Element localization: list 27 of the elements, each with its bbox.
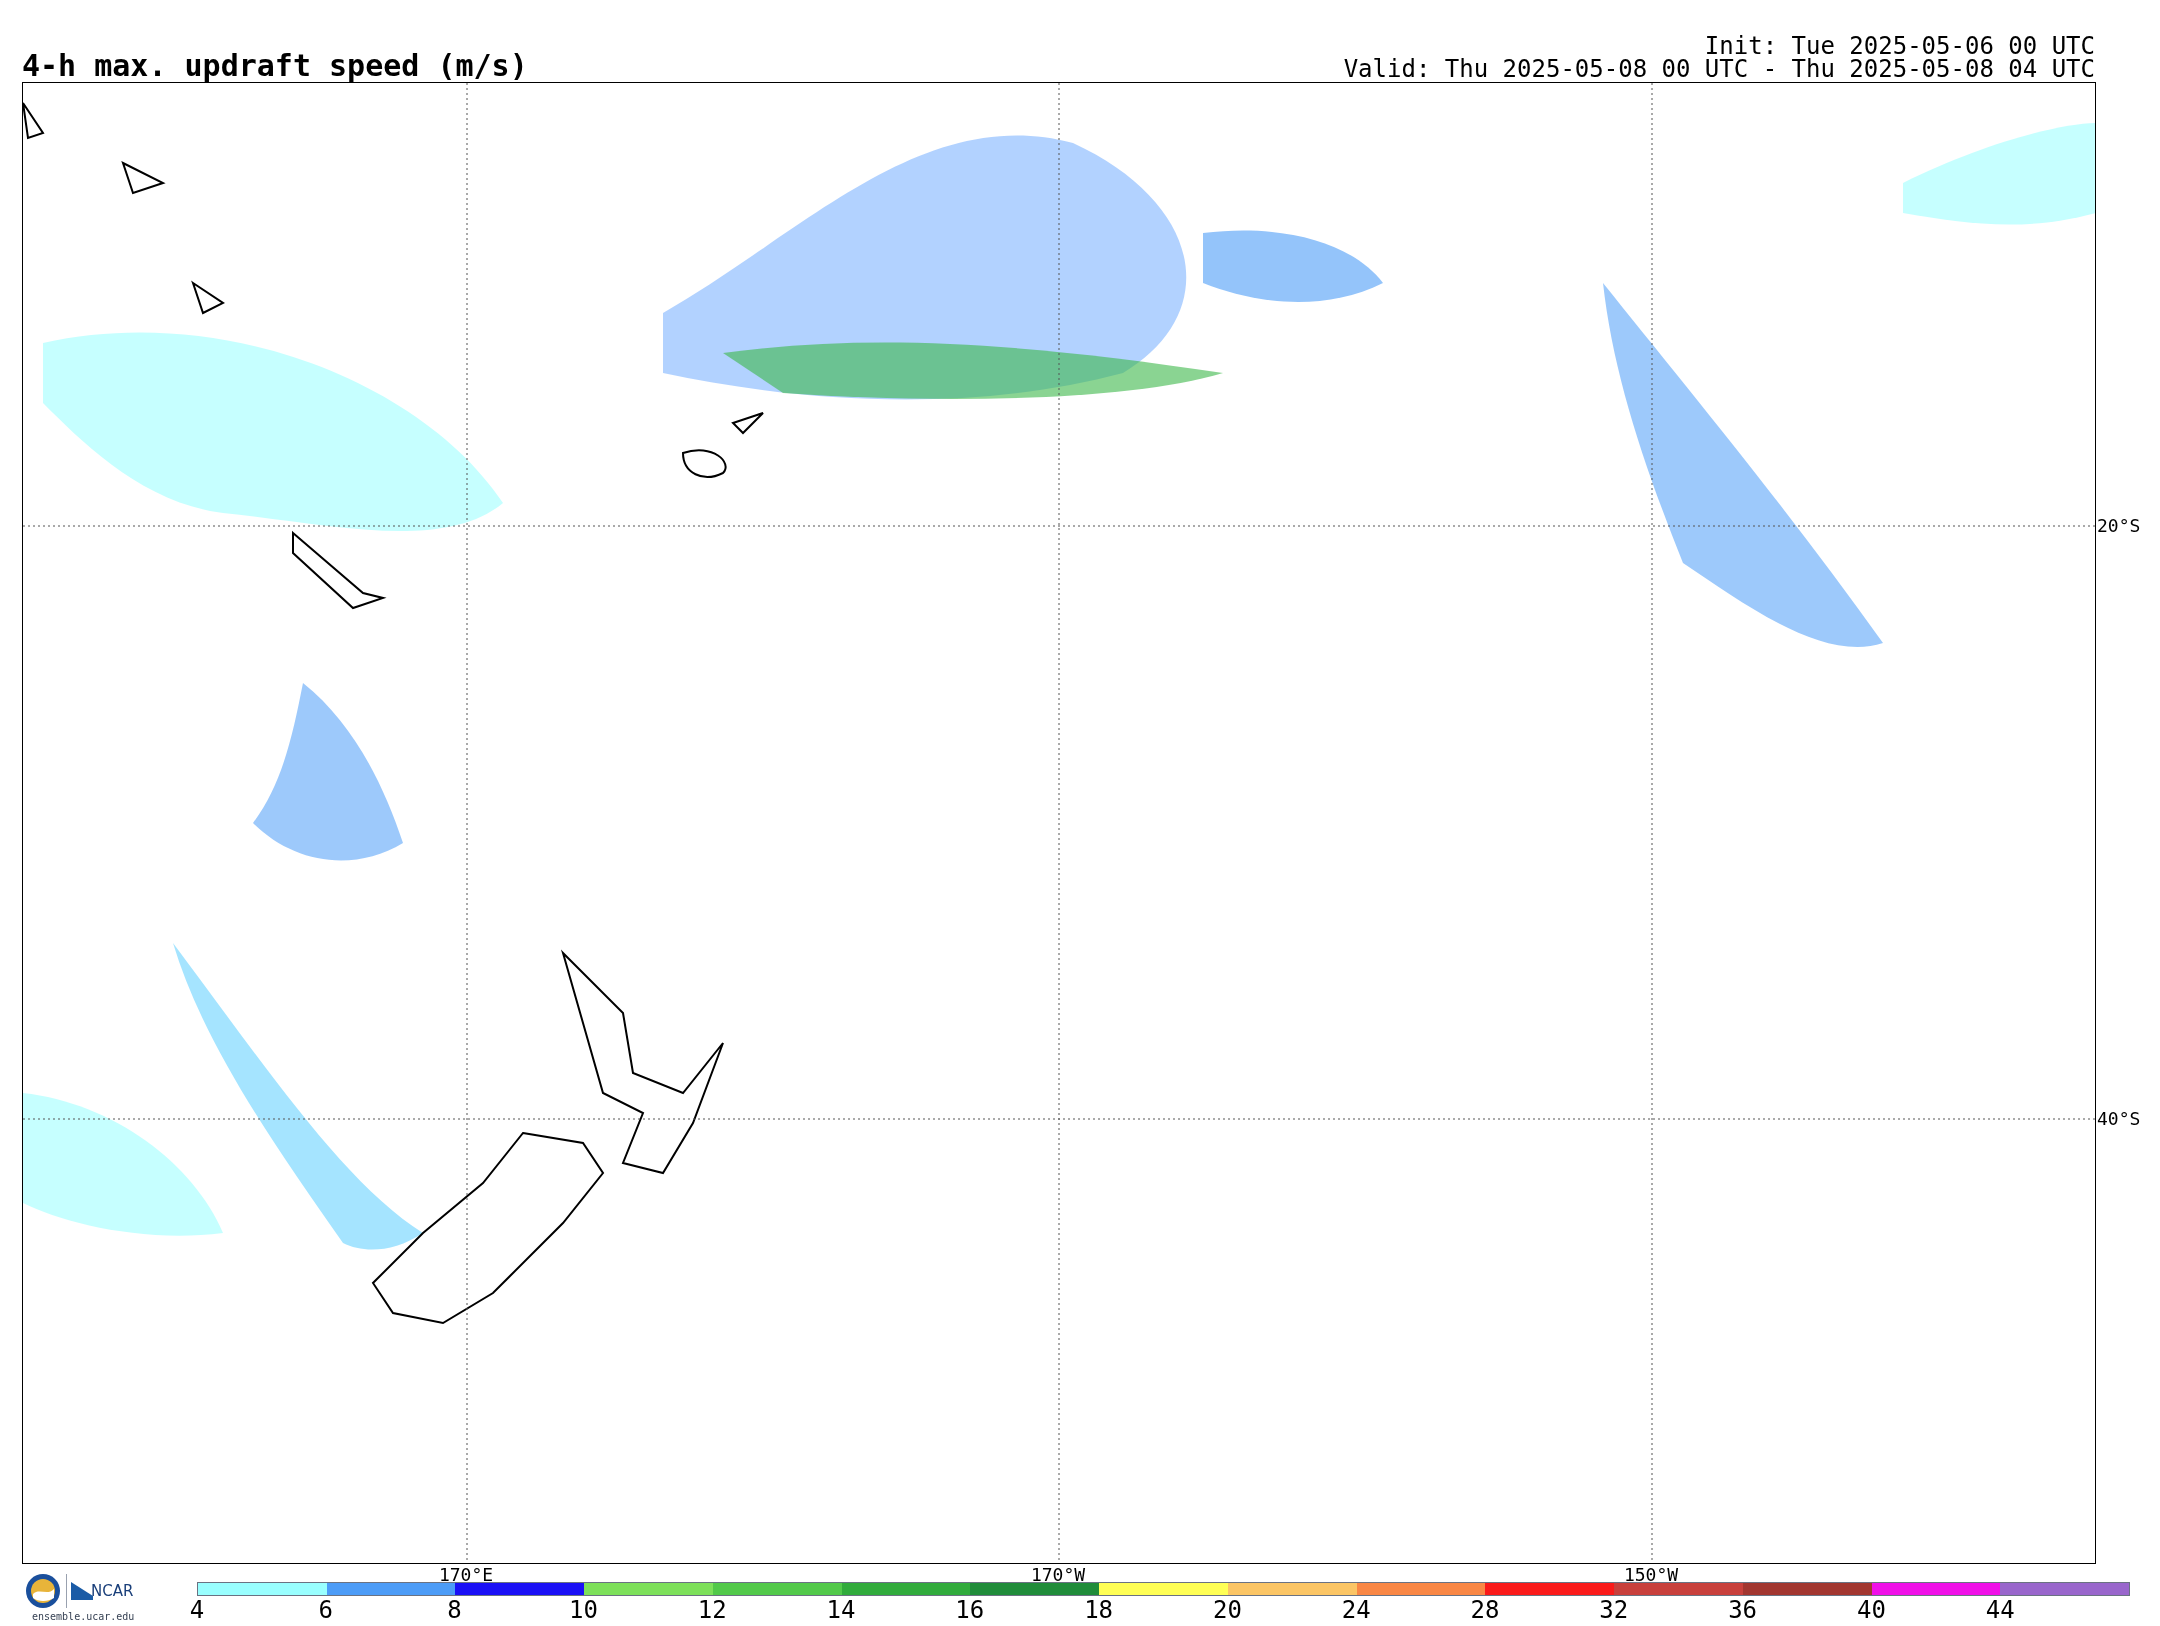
scale-label: 4 — [189, 1598, 205, 1622]
scale-label: 28 — [1470, 1598, 1500, 1622]
scale-label: 44 — [1985, 1598, 2015, 1622]
scale-label: 8 — [447, 1598, 462, 1622]
scale-label: 40 — [1856, 1598, 1886, 1622]
scale-label: 24 — [1341, 1598, 1371, 1622]
scale-label: 10 — [568, 1598, 598, 1622]
latitude-label: 40°S — [2097, 1110, 2141, 1128]
scale-label: 12 — [697, 1598, 727, 1622]
scale-label: 14 — [826, 1598, 856, 1622]
globe-logo-icon — [24, 1572, 62, 1610]
longitude-label: 170°W — [1030, 1566, 1086, 1584]
scale-label: 16 — [955, 1598, 985, 1622]
latitude-label: 20°S — [2097, 517, 2141, 535]
chart-title: 4-h max. updraft speed (m/s) — [22, 51, 528, 81]
valid-time: Valid: Thu 2025-05-08 00 UTC - Thu 2025-05-08 04 UTC — [1343, 58, 2095, 81]
scale-label: 32 — [1599, 1598, 1629, 1622]
longitude-label: 170°E — [438, 1566, 494, 1584]
scale-label: 36 — [1728, 1598, 1758, 1622]
ncar-logo-icon — [71, 1582, 93, 1600]
init-time: Init: Tue 2025-05-06 00 UTC — [1704, 35, 2095, 58]
scale-label: 6 — [318, 1598, 333, 1622]
logo-text: NCAR — [91, 1580, 134, 1602]
website-url: ensemble.ucar.edu — [32, 1612, 135, 1622]
scale-label: 18 — [1084, 1598, 1114, 1622]
longitude-label: 150°W — [1623, 1566, 1679, 1584]
scale-label: 20 — [1212, 1598, 1242, 1622]
